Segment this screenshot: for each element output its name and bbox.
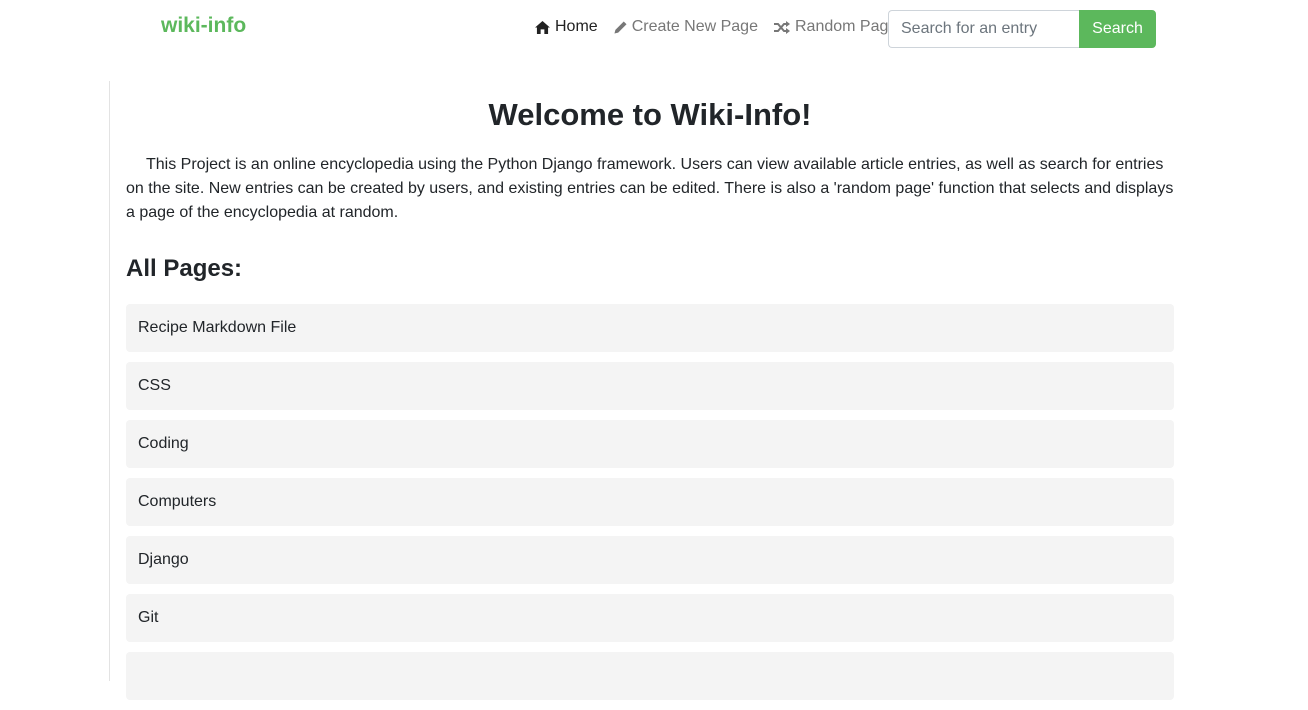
main-content: Welcome to Wiki-Info! This Project is an… <box>109 81 1191 700</box>
page-title: Welcome to Wiki-Info! <box>488 97 812 132</box>
nav-create-page-label: Create New Page <box>631 18 758 35</box>
top-navbar: wiki-info Home Create New Page Random Pa… <box>0 0 1308 60</box>
all-pages-heading: All Pages: <box>126 255 243 282</box>
page-list-item[interactable]: CSS <box>126 362 1174 410</box>
brand-logo[interactable]: wiki-info <box>161 14 246 38</box>
page-list-item[interactable]: Coding <box>126 420 1174 468</box>
page-list-item[interactable]: Django <box>126 536 1174 584</box>
search-form: Search <box>888 10 1156 48</box>
intro-paragraph: This Project is an online encyclopedia u… <box>126 156 1174 221</box>
nav-home-link[interactable]: Home <box>535 18 598 36</box>
search-input[interactable] <box>888 10 1079 48</box>
nav-random-page-label: Random Page <box>794 18 898 35</box>
page-list-item[interactable]: Recipe Markdown File <box>126 304 1174 352</box>
page-list-item[interactable] <box>126 652 1174 700</box>
search-button[interactable]: Search <box>1079 10 1156 48</box>
shuffle-icon <box>773 20 790 34</box>
pencil-icon <box>614 20 627 34</box>
page-list-item[interactable]: Git <box>126 594 1174 642</box>
page-list-item[interactable]: Computers <box>126 478 1174 526</box>
nav-home-label: Home <box>555 18 598 35</box>
home-icon <box>535 20 550 34</box>
nav-random-page-link[interactable]: Random Page <box>773 18 898 36</box>
nav-links: Home Create New Page Random Page <box>535 18 913 36</box>
pages-list: Recipe Markdown File CSS Coding Computer… <box>126 304 1174 710</box>
nav-create-page-link[interactable]: Create New Page <box>614 18 758 36</box>
